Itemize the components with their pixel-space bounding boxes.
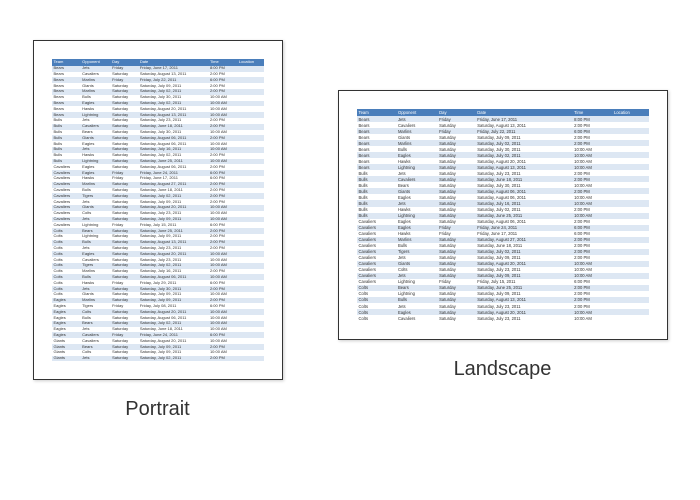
column-header: Date [138, 59, 208, 66]
column-header: Location [237, 59, 264, 66]
column-header: Team [357, 109, 396, 116]
portrait-label: Portrait [125, 398, 189, 421]
column-header: Time [572, 109, 612, 116]
column-header: Location [612, 109, 649, 116]
landscape-page: TeamOpponentDayDateTimeLocation BearsJet… [338, 90, 668, 340]
column-header: Team [52, 59, 81, 66]
column-header: Day [437, 109, 475, 116]
column-header: Date [475, 109, 572, 116]
table-row: ColtsCavaliersSaturdaySaturday, July 23,… [357, 315, 649, 321]
portrait-page: TeamOpponentDayDateTimeLocation BearsJet… [33, 40, 283, 380]
column-header: Opponent [80, 59, 110, 66]
landscape-label: Landscape [454, 358, 552, 381]
column-header: Time [208, 59, 237, 66]
column-header: Day [110, 59, 138, 66]
column-header: Opponent [396, 109, 437, 116]
portrait-group: TeamOpponentDayDateTimeLocation BearsJet… [33, 20, 283, 421]
landscape-group: TeamOpponentDayDateTimeLocation BearsJet… [338, 20, 668, 381]
table-row: GiantsJetsSaturdaySaturday, July 02, 201… [52, 356, 264, 362]
orientation-comparison: TeamOpponentDayDateTimeLocation BearsJet… [20, 20, 680, 421]
portrait-table: TeamOpponentDayDateTimeLocation BearsJet… [52, 59, 264, 361]
landscape-table: TeamOpponentDayDateTimeLocation BearsJet… [357, 109, 649, 321]
